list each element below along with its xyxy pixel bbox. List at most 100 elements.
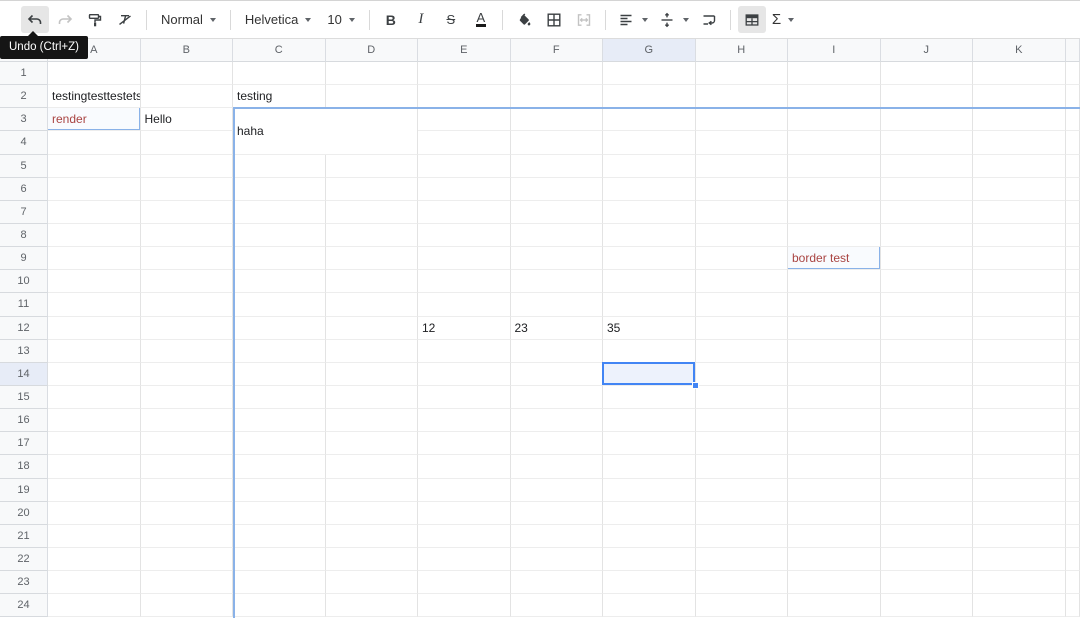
cell-K6[interactable] — [973, 178, 1066, 201]
row-header-5[interactable]: 5 — [0, 155, 48, 178]
cell-E23[interactable] — [418, 571, 511, 594]
column-header-I[interactable]: I — [788, 39, 881, 62]
cell-H7[interactable] — [696, 201, 789, 224]
row-header-13[interactable]: 13 — [0, 340, 48, 363]
cell-J22[interactable] — [881, 548, 974, 571]
cell-E17[interactable] — [418, 432, 511, 455]
column-header-partial[interactable] — [1066, 39, 1080, 62]
cell-B5[interactable] — [141, 155, 234, 178]
cell-C24[interactable] — [233, 594, 326, 617]
cell-B4[interactable] — [141, 131, 234, 154]
cell-G7[interactable] — [603, 201, 696, 224]
cell-K12[interactable] — [973, 317, 1066, 340]
cell-B7[interactable] — [141, 201, 234, 224]
row-header-9[interactable]: 9 — [0, 247, 48, 270]
cell-J9[interactable] — [881, 247, 974, 270]
cell-F2[interactable] — [511, 85, 604, 108]
cell-partial[interactable] — [1066, 270, 1080, 293]
cell-K9[interactable] — [973, 247, 1066, 270]
fill-color-button[interactable] — [510, 6, 538, 33]
cell-F19[interactable] — [511, 479, 604, 502]
cell-C22[interactable] — [233, 548, 326, 571]
cell-J2[interactable] — [881, 85, 974, 108]
cell-B1[interactable] — [141, 62, 234, 85]
cell-H10[interactable] — [696, 270, 789, 293]
cell-C16[interactable] — [233, 409, 326, 432]
cell-partial[interactable] — [1066, 363, 1080, 386]
cell-D1[interactable] — [326, 62, 419, 85]
cell-E3[interactable] — [418, 108, 511, 131]
cell-partial[interactable] — [1066, 178, 1080, 201]
cell-partial[interactable] — [1066, 247, 1080, 270]
cell-K17[interactable] — [973, 432, 1066, 455]
column-header-D[interactable]: D — [326, 39, 419, 62]
cell-H6[interactable] — [696, 178, 789, 201]
cell-G15[interactable] — [603, 386, 696, 409]
cell-J12[interactable] — [881, 317, 974, 340]
cell-G22[interactable] — [603, 548, 696, 571]
cell-A16[interactable] — [48, 409, 141, 432]
horizontal-align-button[interactable] — [612, 6, 653, 33]
cell-D18[interactable] — [326, 455, 419, 478]
cell-I18[interactable] — [788, 455, 881, 478]
cell-I22[interactable] — [788, 548, 881, 571]
cell-G11[interactable] — [603, 293, 696, 316]
cell-H23[interactable] — [696, 571, 789, 594]
cell-C13[interactable] — [233, 340, 326, 363]
selection-fill-handle[interactable] — [692, 382, 699, 389]
cell-C19[interactable] — [233, 479, 326, 502]
cell-F21[interactable] — [511, 525, 604, 548]
cell-K23[interactable] — [973, 571, 1066, 594]
row-header-2[interactable]: 2 — [0, 85, 48, 108]
cell-J6[interactable] — [881, 178, 974, 201]
table-button[interactable] — [738, 6, 766, 33]
cell-D17[interactable] — [326, 432, 419, 455]
cell-A19[interactable] — [48, 479, 141, 502]
cell-D13[interactable] — [326, 340, 419, 363]
cell-C20[interactable] — [233, 502, 326, 525]
cell-A22[interactable] — [48, 548, 141, 571]
cell-F4[interactable] — [511, 131, 604, 154]
cell-B8[interactable] — [141, 224, 234, 247]
row-header-8[interactable]: 8 — [0, 224, 48, 247]
cell-H22[interactable] — [696, 548, 789, 571]
cell-K16[interactable] — [973, 409, 1066, 432]
cell-B23[interactable] — [141, 571, 234, 594]
cell-H18[interactable] — [696, 455, 789, 478]
cell-J10[interactable] — [881, 270, 974, 293]
cell-B6[interactable] — [141, 178, 234, 201]
cell-K3[interactable] — [973, 108, 1066, 131]
cell-G18[interactable] — [603, 455, 696, 478]
cell-B17[interactable] — [141, 432, 234, 455]
cell-J15[interactable] — [881, 386, 974, 409]
cell-F5[interactable] — [511, 155, 604, 178]
cell-G6[interactable] — [603, 178, 696, 201]
cell-A7[interactable] — [48, 201, 141, 224]
cell-G23[interactable] — [603, 571, 696, 594]
row-header-23[interactable]: 23 — [0, 571, 48, 594]
row-header-7[interactable]: 7 — [0, 201, 48, 224]
cell-D15[interactable] — [326, 386, 419, 409]
cell-F15[interactable] — [511, 386, 604, 409]
cell-I7[interactable] — [788, 201, 881, 224]
bold-button[interactable]: B — [377, 6, 405, 33]
cell-partial[interactable] — [1066, 131, 1080, 154]
cell-A14[interactable] — [48, 363, 141, 386]
row-header-22[interactable]: 22 — [0, 548, 48, 571]
column-header-J[interactable]: J — [881, 39, 974, 62]
cell-B20[interactable] — [141, 502, 234, 525]
italic-button[interactable]: I — [407, 6, 435, 33]
cell-H16[interactable] — [696, 409, 789, 432]
cell-E8[interactable] — [418, 224, 511, 247]
cell-I12[interactable] — [788, 317, 881, 340]
cell-B10[interactable] — [141, 270, 234, 293]
cell-I4[interactable] — [788, 131, 881, 154]
column-header-C[interactable]: C — [233, 39, 326, 62]
cell-D21[interactable] — [326, 525, 419, 548]
cell-B21[interactable] — [141, 525, 234, 548]
column-header-K[interactable]: K — [973, 39, 1066, 62]
cell-D8[interactable] — [326, 224, 419, 247]
cell-F6[interactable] — [511, 178, 604, 201]
cell-J24[interactable] — [881, 594, 974, 617]
cell-F14[interactable] — [511, 363, 604, 386]
